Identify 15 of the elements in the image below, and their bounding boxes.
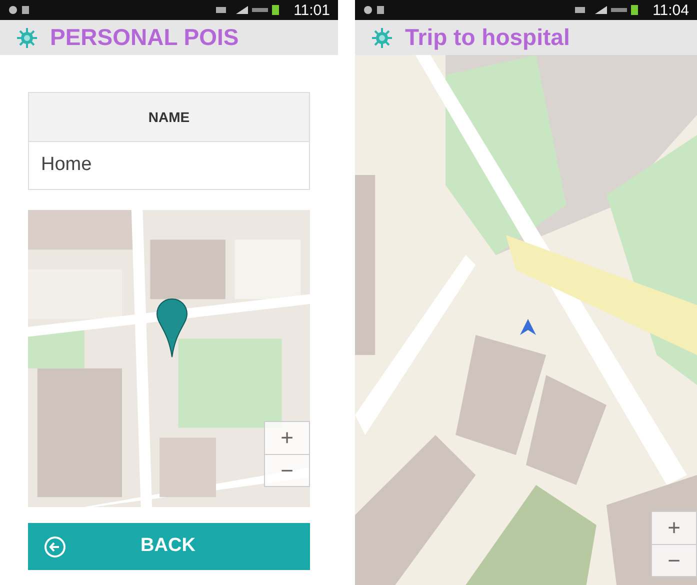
back-button[interactable]: BACK	[28, 523, 310, 570]
screen-title: Trip to hospital	[405, 23, 570, 52]
column-header: NAME	[28, 92, 310, 142]
name-field[interactable]: Home	[28, 142, 310, 190]
app-logo-icon	[16, 26, 38, 48]
location-arrow-icon	[519, 318, 537, 336]
zoom-in-button[interactable]: +	[265, 422, 309, 454]
map-pin-icon	[156, 298, 188, 358]
zoom-in-button[interactable]: +	[652, 512, 696, 544]
screen-title: PERSONAL POIS	[50, 23, 239, 52]
clock: 11:01	[294, 2, 330, 18]
app-logo-icon	[371, 26, 393, 48]
zoom-out-button[interactable]: −	[652, 544, 696, 576]
clock: 11:04	[652, 2, 689, 18]
zoom-out-button[interactable]: −	[265, 454, 309, 486]
